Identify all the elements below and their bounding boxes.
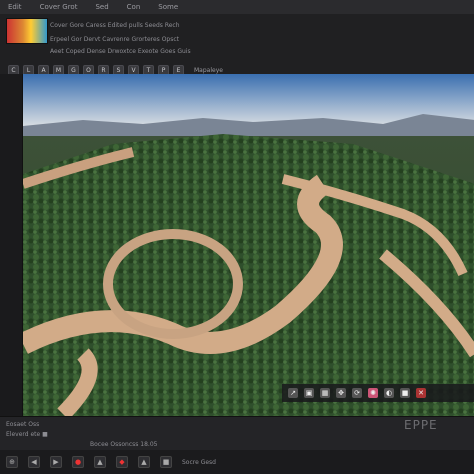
status-button[interactable]: ▲ [138, 456, 150, 468]
info-row: Aeet Coped Dense Drwoxtce Exeote Goes Gu… [50, 48, 191, 55]
menu-item[interactable]: Con [127, 3, 141, 11]
toolbar-label: Mapaleye [194, 66, 223, 74]
timeline-panel: Eosaet Oss Eleverd ete ■ Bocee Ossoncss … [0, 416, 474, 451]
grid-icon[interactable]: ▦ [320, 388, 330, 398]
info-row: Erpeel Gor Dervt Cavrenre Grorteres Opsc… [50, 36, 180, 43]
record-button[interactable]: ● [72, 456, 84, 468]
camera-icon[interactable]: ■ [400, 388, 410, 398]
viewport-watermark: EPPE [404, 418, 438, 432]
status-button[interactable]: ⊕ [6, 456, 18, 468]
light-icon[interactable]: ✺ [368, 388, 378, 398]
terrain-render [23, 74, 474, 416]
timeline-row: Eosaet Oss [6, 421, 40, 428]
menu-bar: Edit Cover Grot Sed Con Some [0, 0, 474, 14]
status-button[interactable]: ▶ [50, 456, 62, 468]
menu-item[interactable]: Sed [95, 3, 108, 11]
status-button[interactable]: ■ [160, 456, 172, 468]
3d-viewport[interactable] [22, 74, 474, 416]
move-icon[interactable]: ✥ [336, 388, 346, 398]
menu-item[interactable]: Cover Grot [40, 3, 78, 11]
app-logo [6, 18, 48, 44]
status-button[interactable]: ◆ [116, 456, 128, 468]
arrow-icon[interactable]: ↗ [288, 388, 298, 398]
status-button[interactable]: ▲ [94, 456, 106, 468]
menu-item[interactable]: Edit [8, 3, 22, 11]
menu-item[interactable]: Some [158, 3, 178, 11]
orbit-icon[interactable]: ⟳ [352, 388, 362, 398]
status-label: Socre Gesd [182, 458, 216, 466]
timeline-row: Bocee Ossoncss 18.05 [90, 441, 158, 448]
left-panel [0, 74, 23, 416]
timeline-row: Eleverd ete ■ [6, 431, 48, 438]
close-icon[interactable]: ✕ [416, 388, 426, 398]
viewport-toolbar: ↗ ▣ ▦ ✥ ⟳ ✺ ◐ ■ ✕ [282, 384, 474, 402]
status-button[interactable]: ◀ [28, 456, 40, 468]
status-bar: ⊕ ◀ ▶ ● ▲ ◆ ▲ ■ Socre Gesd [0, 450, 474, 474]
cube-icon[interactable]: ▣ [304, 388, 314, 398]
tree-cluster [153, 267, 213, 311]
info-row: Cover Gore Caress Edited pulls Seeds Rec… [50, 22, 180, 29]
render-icon[interactable]: ◐ [384, 388, 394, 398]
